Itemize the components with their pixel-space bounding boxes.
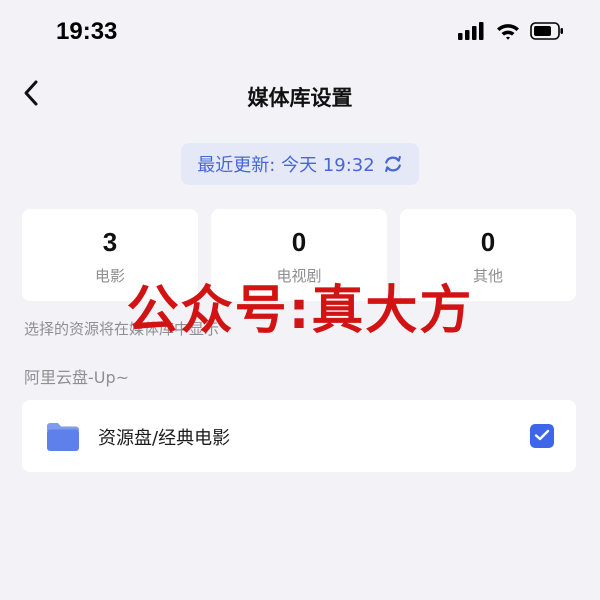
stat-label: 电影 xyxy=(94,267,125,285)
checkmark-icon xyxy=(534,427,550,446)
wifi-icon xyxy=(496,22,520,44)
stat-label: 其他 xyxy=(472,267,503,285)
status-bar: 19:33 xyxy=(0,0,600,66)
folder-row[interactable]: 资源盘/经典电影 xyxy=(22,400,576,472)
page-title: 媒体库设置 xyxy=(247,86,353,110)
folder-checkbox[interactable] xyxy=(530,424,554,448)
stat-value: 3 xyxy=(102,227,118,257)
status-time: 19:33 xyxy=(56,18,118,45)
stat-card-tv-series: 0 电视剧 xyxy=(211,209,387,301)
section-title: 阿里云盘-Up~ xyxy=(24,368,130,387)
battery-icon xyxy=(530,22,564,44)
status-icons xyxy=(458,22,564,44)
hint-text: 选择的资源将在媒体库中显示 xyxy=(24,320,220,338)
stat-label: 电视剧 xyxy=(276,267,322,285)
stats-row: 3 电影 0 电视剧 0 其他 xyxy=(22,209,576,301)
nav-bar: 媒体库设置 xyxy=(0,66,600,126)
stat-value: 0 xyxy=(291,227,307,257)
stat-card-other: 0 其他 xyxy=(400,209,576,301)
last-update-text: 最近更新: 今天 19:32 xyxy=(197,155,375,176)
refresh-icon[interactable] xyxy=(383,154,403,174)
cellular-signal-icon xyxy=(458,22,486,44)
folder-label: 资源盘/经典电影 xyxy=(98,428,231,449)
stat-value: 0 xyxy=(480,227,496,257)
stat-card-movies: 3 电影 xyxy=(22,209,198,301)
folder-icon xyxy=(46,422,80,452)
last-update-badge[interactable]: 最近更新: 今天 19:32 xyxy=(181,143,419,185)
